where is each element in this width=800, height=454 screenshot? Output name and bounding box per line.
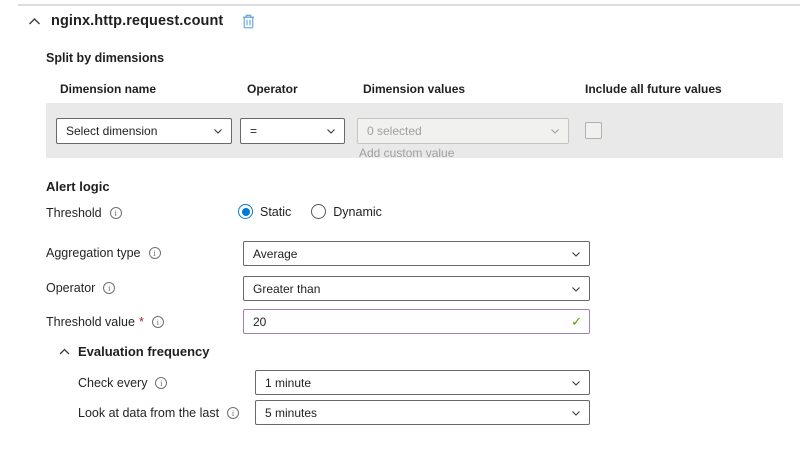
- radio-unselected-icon: [311, 204, 326, 219]
- column-header-include-future: Include all future values: [585, 82, 722, 96]
- check-every-label-text: Check every: [78, 376, 147, 390]
- lookback-label: Look at data from the last i: [78, 406, 239, 420]
- chevron-down-icon: [325, 125, 337, 137]
- dimension-row: Select dimension = 0 selected Add custom…: [46, 103, 783, 158]
- chevron-down-icon: [570, 377, 582, 389]
- trash-icon[interactable]: [241, 13, 256, 29]
- top-divider: [18, 4, 800, 6]
- info-icon[interactable]: i: [227, 407, 239, 419]
- operator-label-text: Operator: [46, 281, 95, 295]
- chevron-down-icon: [549, 125, 561, 137]
- radio-selected-icon: [238, 204, 253, 219]
- split-section-title: Split by dimensions: [46, 51, 164, 65]
- threshold-value-label-text: Threshold value: [46, 315, 135, 329]
- evaluation-frequency-header: Evaluation frequency: [59, 344, 209, 359]
- aggregation-type-label-text: Aggregation type: [46, 246, 141, 260]
- chevron-down-icon: [570, 407, 582, 419]
- dimension-operator-value: =: [250, 124, 257, 138]
- threshold-radio-group: Static Dynamic: [238, 204, 382, 219]
- info-icon[interactable]: i: [149, 247, 161, 259]
- valid-check-icon: ✓: [571, 315, 582, 328]
- chevron-down-icon: [570, 283, 582, 295]
- chevron-up-icon[interactable]: [59, 348, 70, 356]
- threshold-value-label: Threshold value * i: [46, 315, 164, 329]
- column-header-dimension-values: Dimension values: [363, 82, 465, 96]
- evaluation-frequency-title: Evaluation frequency: [78, 344, 209, 359]
- check-every-label: Check every i: [78, 376, 167, 390]
- add-custom-value-link[interactable]: Add custom value: [359, 146, 454, 160]
- lookback-value: 5 minutes: [265, 406, 317, 420]
- check-every-dropdown[interactable]: 1 minute: [255, 370, 590, 395]
- threshold-value-input[interactable]: [244, 315, 531, 329]
- radio-dynamic-label: Dynamic: [333, 205, 382, 219]
- chevron-up-icon[interactable]: [28, 17, 41, 26]
- include-future-values-checkbox[interactable]: [585, 122, 602, 139]
- column-header-dimension-name: Dimension name: [60, 82, 156, 96]
- metric-title: nginx.http.request.count: [51, 13, 223, 29]
- radio-static-label: Static: [260, 205, 291, 219]
- dimension-operator-dropdown[interactable]: =: [240, 118, 345, 144]
- check-every-value: 1 minute: [265, 376, 311, 390]
- column-header-operator: Operator: [247, 82, 298, 96]
- info-icon[interactable]: i: [110, 207, 122, 219]
- alert-logic-title: Alert logic: [46, 179, 110, 194]
- aggregation-type-dropdown[interactable]: Average: [243, 241, 590, 266]
- chevron-down-icon: [212, 125, 224, 137]
- radio-static[interactable]: Static: [238, 204, 291, 219]
- lookback-label-text: Look at data from the last: [78, 406, 219, 420]
- dimension-name-dropdown[interactable]: Select dimension: [56, 118, 232, 144]
- info-icon[interactable]: i: [155, 377, 167, 389]
- radio-dynamic[interactable]: Dynamic: [311, 204, 382, 219]
- required-marker: *: [139, 315, 144, 329]
- info-icon[interactable]: i: [103, 282, 115, 294]
- info-icon[interactable]: i: [152, 316, 164, 328]
- chevron-down-icon: [570, 248, 582, 260]
- dimension-values-value: 0 selected: [367, 124, 422, 138]
- operator-label: Operator i: [46, 281, 115, 295]
- aggregation-type-value: Average: [253, 247, 297, 261]
- threshold-label-text: Threshold: [46, 206, 102, 220]
- metric-header: nginx.http.request.count: [28, 13, 256, 29]
- threshold-value-field: ✓: [243, 309, 590, 334]
- operator-dropdown[interactable]: Greater than: [243, 276, 590, 301]
- operator-value: Greater than: [253, 282, 320, 296]
- threshold-label: Threshold i: [46, 206, 122, 220]
- dimension-values-dropdown[interactable]: 0 selected: [357, 118, 569, 144]
- dimension-name-value: Select dimension: [66, 124, 157, 138]
- lookback-dropdown[interactable]: 5 minutes: [255, 400, 590, 425]
- aggregation-type-label: Aggregation type i: [46, 246, 161, 260]
